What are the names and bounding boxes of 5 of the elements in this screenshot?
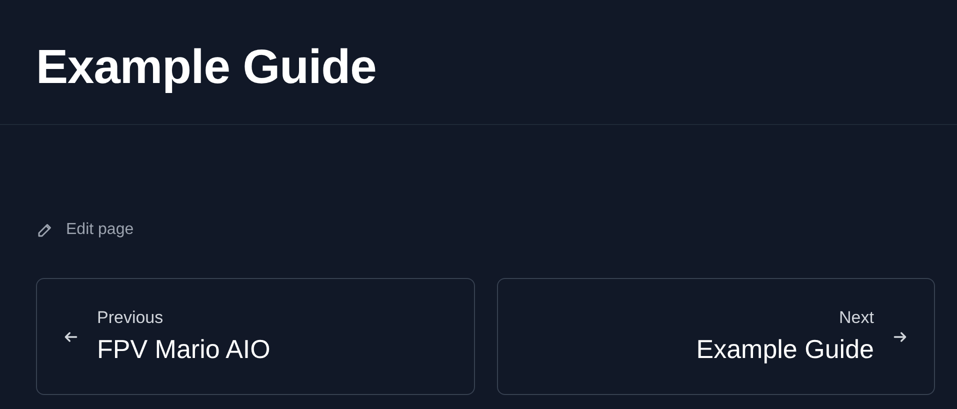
- next-page-link[interactable]: Next Example Guide: [496, 278, 935, 395]
- edit-page-link[interactable]: Edit page: [36, 221, 134, 239]
- previous-page-link[interactable]: Previous FPV Mario AIO: [36, 278, 474, 395]
- pencil-icon: [36, 221, 54, 239]
- page-title: Example Guide: [36, 40, 378, 96]
